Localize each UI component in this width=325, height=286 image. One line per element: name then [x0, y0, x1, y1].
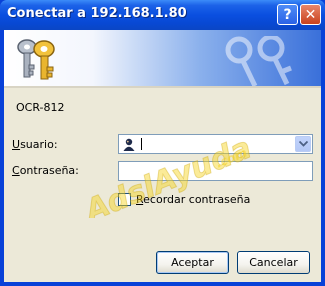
remember-label-text: ecordar contraseña [143, 193, 251, 206]
close-icon: ✕ [304, 6, 317, 23]
dialog-banner [4, 30, 321, 86]
user-combobox[interactable] [118, 134, 313, 154]
remember-password-label[interactable]: Recordar contraseña [136, 193, 250, 206]
password-field-label: Contraseña: [12, 164, 79, 177]
user-field-label: Usuario: [12, 138, 58, 151]
title-bar[interactable]: Conectar a 192.168.1.80 ? ✕ [0, 0, 325, 30]
keys-icon [17, 39, 55, 80]
server-name-label: OCR-812 [16, 101, 65, 114]
dialog-body: OCR-812 Usuario: Contraseña: Recordar co… [4, 30, 321, 282]
ok-button[interactable]: Aceptar [156, 251, 229, 274]
banner-keys-watermark-icon [225, 36, 292, 86]
user-label-accesskey: U [12, 138, 21, 151]
password-label-text: ontraseña: [19, 164, 79, 177]
password-label-accesskey: C [12, 164, 20, 177]
chevron-down-icon [298, 141, 308, 147]
login-dialog-window: Conectar a 192.168.1.80 ? ✕ OCR-812 Usua… [0, 0, 325, 286]
text-caret [141, 138, 142, 150]
user-dropdown-button[interactable] [295, 136, 311, 152]
help-button[interactable]: ? [277, 4, 298, 25]
help-icon: ? [283, 6, 292, 23]
window-title: Conectar a 192.168.1.80 [7, 6, 187, 21]
password-input[interactable] [118, 161, 313, 181]
user-avatar-icon [122, 137, 136, 151]
banner-divider [4, 86, 321, 88]
remember-password-checkbox[interactable] [118, 193, 131, 206]
user-label-text: suario: [20, 138, 58, 151]
close-button[interactable]: ✕ [300, 4, 321, 25]
cancel-button[interactable]: Cancelar [237, 251, 310, 274]
